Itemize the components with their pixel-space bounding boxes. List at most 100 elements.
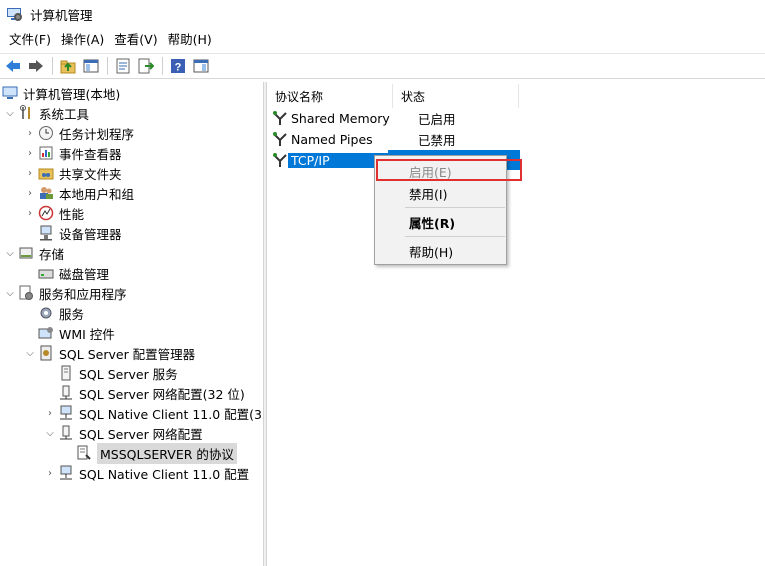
tree-label: SQL Server 配置管理器 bbox=[59, 346, 196, 362]
menu-item-properties[interactable]: 属性(R) bbox=[376, 211, 505, 233]
help-button[interactable]: ? bbox=[167, 55, 189, 77]
shared-folder-icon bbox=[38, 165, 54, 181]
tools-icon bbox=[18, 105, 34, 121]
tree-item-root[interactable]: 计算机管理(本地) bbox=[2, 83, 120, 103]
tree-label: 设备管理器 bbox=[59, 226, 122, 242]
up-folder-button[interactable] bbox=[57, 55, 79, 77]
menu-item-disable[interactable]: 禁用(I) bbox=[376, 182, 505, 204]
server-icon bbox=[58, 365, 74, 381]
chevron-down-icon[interactable]: ⌵ bbox=[44, 423, 56, 443]
chevron-down-icon[interactable]: ⌵ bbox=[24, 343, 36, 363]
help-icon: ? bbox=[171, 59, 185, 74]
up-folder-icon bbox=[60, 60, 76, 74]
chevron-right-icon[interactable]: › bbox=[24, 143, 36, 163]
window-title: 计算机管理 bbox=[30, 7, 93, 23]
tree-item-sql-services[interactable]: SQL Server 服务 bbox=[58, 363, 178, 383]
forward-button[interactable] bbox=[25, 55, 47, 77]
menu-bar: 文件(F) 操作(A) 查看(V) 帮助(H) bbox=[0, 29, 765, 51]
services-apps-icon bbox=[18, 285, 34, 301]
forward-icon bbox=[29, 60, 43, 72]
tree-item-disk-management[interactable]: 磁盘管理 bbox=[38, 263, 109, 283]
show-tree-icon bbox=[83, 59, 99, 73]
console-tree: 计算机管理(本地) ⌵ 系统工具 › 任务计划程序 › 事件查看器 › 共享文件… bbox=[0, 82, 263, 566]
tree-item-sql-network[interactable]: ⌵ SQL Server 网络配置 bbox=[44, 423, 203, 443]
protocol-icon bbox=[273, 153, 287, 167]
computer-management-icon bbox=[2, 85, 18, 101]
chevron-right-icon[interactable]: › bbox=[44, 463, 56, 483]
protocol-name: Named Pipes bbox=[291, 131, 373, 147]
chevron-right-icon[interactable]: › bbox=[24, 123, 36, 143]
network-config-icon bbox=[58, 385, 74, 401]
properties-button[interactable] bbox=[112, 55, 134, 77]
tree-item-native-client-32[interactable]: › SQL Native Client 11.0 配置(32 位 bbox=[44, 403, 263, 423]
column-header-status[interactable]: 状态 bbox=[393, 84, 519, 108]
tree-label: 任务计划程序 bbox=[59, 126, 135, 142]
tree-label: 服务和应用程序 bbox=[39, 286, 127, 302]
tree-item-services-apps[interactable]: ⌵ 服务和应用程序 bbox=[4, 283, 127, 303]
protocol-status: 已启用 bbox=[418, 111, 456, 127]
tree-label: 服务 bbox=[59, 306, 85, 322]
toolbar-separator bbox=[107, 57, 108, 75]
show-action-pane-icon bbox=[193, 59, 209, 73]
menu-item-help[interactable]: 帮助(H) bbox=[376, 240, 505, 262]
tree-item-shared-folders[interactable]: › 共享文件夹 bbox=[24, 163, 122, 183]
list-item-shared-memory[interactable]: Shared Memory 已启用 bbox=[267, 108, 527, 128]
gear-icon bbox=[38, 305, 54, 321]
svg-text:?: ? bbox=[175, 62, 182, 74]
wmi-icon bbox=[38, 325, 54, 341]
chevron-right-icon[interactable]: › bbox=[24, 163, 36, 183]
export-icon bbox=[138, 58, 154, 74]
disk-icon bbox=[38, 265, 54, 281]
protocol-name: Shared Memory bbox=[291, 110, 390, 126]
tree-label: 系统工具 bbox=[39, 106, 90, 122]
toolbar: ? bbox=[0, 53, 765, 79]
annotation-highlight-box bbox=[376, 159, 522, 181]
tree-item-local-users[interactable]: › 本地用户和组 bbox=[24, 183, 134, 203]
back-button[interactable] bbox=[2, 55, 24, 77]
tree-item-mssqlserver-protocols[interactable]: MSSQLSERVER 的协议 bbox=[76, 442, 237, 464]
chevron-down-icon[interactable]: ⌵ bbox=[4, 103, 16, 123]
protocol-icon bbox=[273, 111, 287, 125]
menu-help[interactable]: 帮助(H) bbox=[163, 29, 217, 51]
tree-item-device-manager[interactable]: 设备管理器 bbox=[38, 223, 122, 243]
device-manager-icon bbox=[38, 225, 54, 241]
chevron-right-icon[interactable]: › bbox=[44, 403, 56, 423]
chevron-right-icon[interactable]: › bbox=[24, 203, 36, 223]
chevron-down-icon[interactable]: ⌵ bbox=[4, 243, 16, 263]
chevron-right-icon[interactable]: › bbox=[24, 183, 36, 203]
tree-label: 性能 bbox=[59, 206, 85, 222]
back-icon bbox=[6, 60, 20, 72]
tree-item-task-scheduler[interactable]: › 任务计划程序 bbox=[24, 123, 134, 143]
protocol-icon bbox=[273, 132, 287, 146]
tree-label: 共享文件夹 bbox=[59, 166, 122, 182]
tree-item-sql-network-32[interactable]: SQL Server 网络配置(32 位) bbox=[58, 383, 245, 403]
tree-label: 磁盘管理 bbox=[59, 266, 110, 282]
clock-icon bbox=[38, 125, 54, 141]
list-item-named-pipes[interactable]: Named Pipes 已禁用 bbox=[267, 129, 527, 149]
column-header-protocol-name[interactable]: 协议名称 bbox=[267, 84, 393, 108]
tree-label: MSSQLSERVER 的协议 bbox=[97, 442, 237, 464]
show-tree-button[interactable] bbox=[80, 55, 102, 77]
show-action-pane-button[interactable] bbox=[190, 55, 212, 77]
tree-item-native-client[interactable]: › SQL Native Client 11.0 配置 bbox=[44, 463, 249, 483]
tree-item-wmi[interactable]: WMI 控件 bbox=[38, 323, 115, 343]
tree-item-event-viewer[interactable]: › 事件查看器 bbox=[24, 143, 122, 163]
properties-icon bbox=[116, 58, 130, 74]
tree-item-system-tools[interactable]: ⌵ 系统工具 bbox=[4, 103, 89, 123]
users-icon bbox=[38, 185, 54, 201]
tree-label: SQL Server 服务 bbox=[79, 366, 178, 382]
menu-view[interactable]: 查看(V) bbox=[109, 29, 162, 51]
tree-item-sql-config-manager[interactable]: ⌵ SQL Server 配置管理器 bbox=[24, 343, 195, 363]
menu-action[interactable]: 操作(A) bbox=[56, 29, 109, 51]
computer-management-icon bbox=[6, 6, 22, 22]
tree-item-performance[interactable]: › 性能 bbox=[24, 203, 84, 223]
sql-config-manager-icon bbox=[38, 345, 54, 361]
tree-label: SQL Server 网络配置(32 位) bbox=[79, 386, 245, 402]
export-button[interactable] bbox=[135, 55, 157, 77]
tree-label: 存储 bbox=[39, 246, 65, 262]
tree-item-storage[interactable]: ⌵ 存储 bbox=[4, 243, 64, 263]
tree-item-services[interactable]: 服务 bbox=[38, 303, 84, 323]
chevron-down-icon[interactable]: ⌵ bbox=[4, 283, 16, 303]
menu-file[interactable]: 文件(F) bbox=[4, 29, 56, 51]
menu-separator bbox=[405, 236, 505, 237]
